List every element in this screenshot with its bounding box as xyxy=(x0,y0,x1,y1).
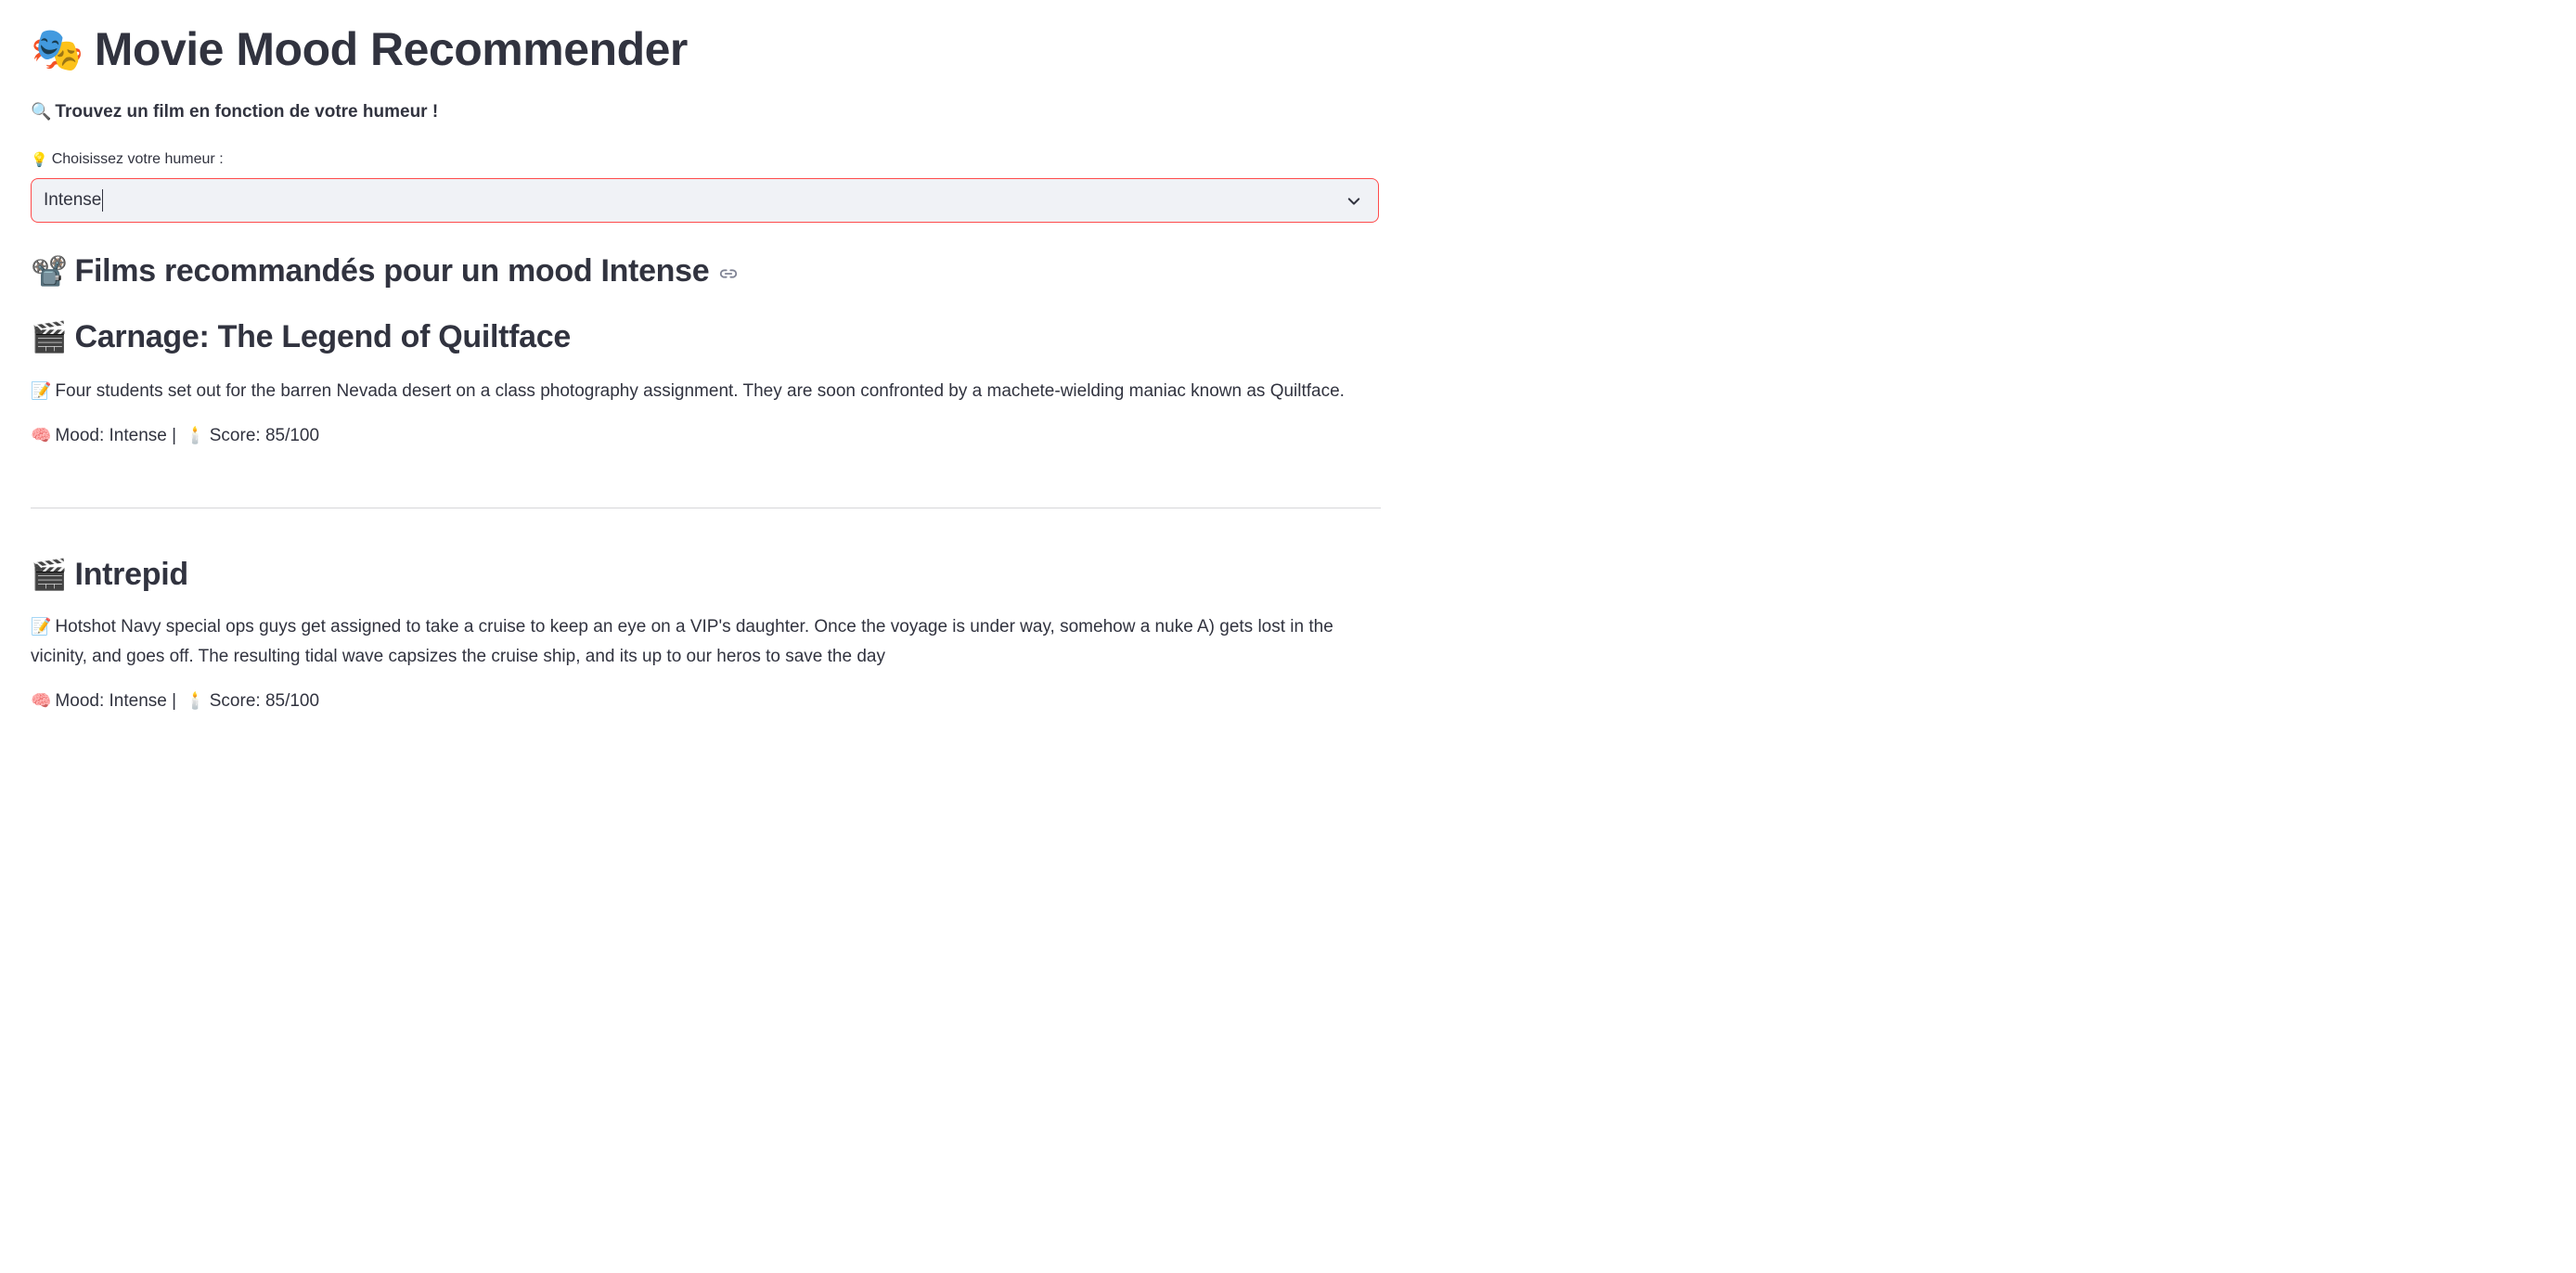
page-subtitle: 🔍 Trouvez un film en fonction de votre h… xyxy=(31,100,438,124)
movie-meta: 🧠 Mood: Intense | 🕯️ Score: 85/100 xyxy=(31,423,1381,449)
score-icon: 🕯️ xyxy=(185,691,206,711)
score-icon: 🕯️ xyxy=(185,426,206,445)
clapperboard-icon: 🎬 xyxy=(31,557,68,592)
movie-description: 📝 Four students set out for the barren Ne… xyxy=(31,377,1381,406)
movie-card: 🎬 Carnage: The Legend of Quiltface 📝 Four… xyxy=(31,316,1381,449)
anchor-link-icon[interactable] xyxy=(718,264,739,284)
app-page: 🎭 Movie Mood Recommender 🔍 Trouvez un fi… xyxy=(0,0,1436,720)
movie-mood-text: Mood: Intense | xyxy=(55,691,182,711)
film-projector-icon: 📽️ xyxy=(31,253,68,289)
mood-select-value-text: Intense xyxy=(44,190,102,210)
memo-icon: 📝 xyxy=(31,381,52,401)
brain-icon: 🧠 xyxy=(31,426,52,445)
mood-select-label: 💡 Choisissez votre humeur : xyxy=(31,149,224,170)
text-cursor xyxy=(102,189,104,212)
movie-mood-text: Mood: Intense | xyxy=(55,426,182,445)
theater-masks-icon: 🎭 xyxy=(31,24,84,74)
movie-title-text: Carnage: The Legend of Quiltface xyxy=(74,318,572,354)
movie-meta: 🧠 Mood: Intense | 🕯️ Score: 85/100 xyxy=(31,688,1381,714)
movie-description-text: Hotshot Navy special ops guys get assign… xyxy=(31,617,1333,666)
movie-title: 🎬 Intrepid xyxy=(31,554,1381,595)
magnifier-icon: 🔍 xyxy=(31,102,52,122)
movie-description-text: Four students set out for the barren Nev… xyxy=(55,381,1345,401)
clapperboard-icon: 🎬 xyxy=(31,319,68,354)
lightbulb-icon: 💡 xyxy=(31,150,48,168)
mood-select-label-text: Choisissez votre humeur : xyxy=(51,151,224,167)
movie-description: 📝 Hotshot Navy special ops guys get assig… xyxy=(31,612,1381,672)
mood-select-value[interactable]: Intense xyxy=(44,189,104,212)
page-title-text: Movie Mood Recommender xyxy=(94,23,689,75)
movie-title-text: Intrepid xyxy=(74,556,189,592)
movie-score-text: Score: 85/100 xyxy=(209,426,320,445)
page-subtitle-text: Trouvez un film en fonction de votre hum… xyxy=(55,102,439,122)
movie-score-text: Score: 85/100 xyxy=(209,691,320,711)
page-title: 🎭 Movie Mood Recommender xyxy=(31,20,688,78)
movie-title: 🎬 Carnage: The Legend of Quiltface xyxy=(31,316,1381,357)
results-heading-text: Films recommandés pour un mood Intense xyxy=(74,252,710,289)
chevron-down-icon[interactable] xyxy=(1346,193,1362,210)
brain-icon: 🧠 xyxy=(31,691,52,711)
movie-card: 🎬 Intrepid 📝 Hotshot Navy special ops guy… xyxy=(31,554,1381,714)
mood-select[interactable]: Intense xyxy=(31,178,1379,223)
memo-icon: 📝 xyxy=(31,617,52,636)
results-heading: 📽️ Films recommandés pour un mood Intens… xyxy=(31,251,739,291)
